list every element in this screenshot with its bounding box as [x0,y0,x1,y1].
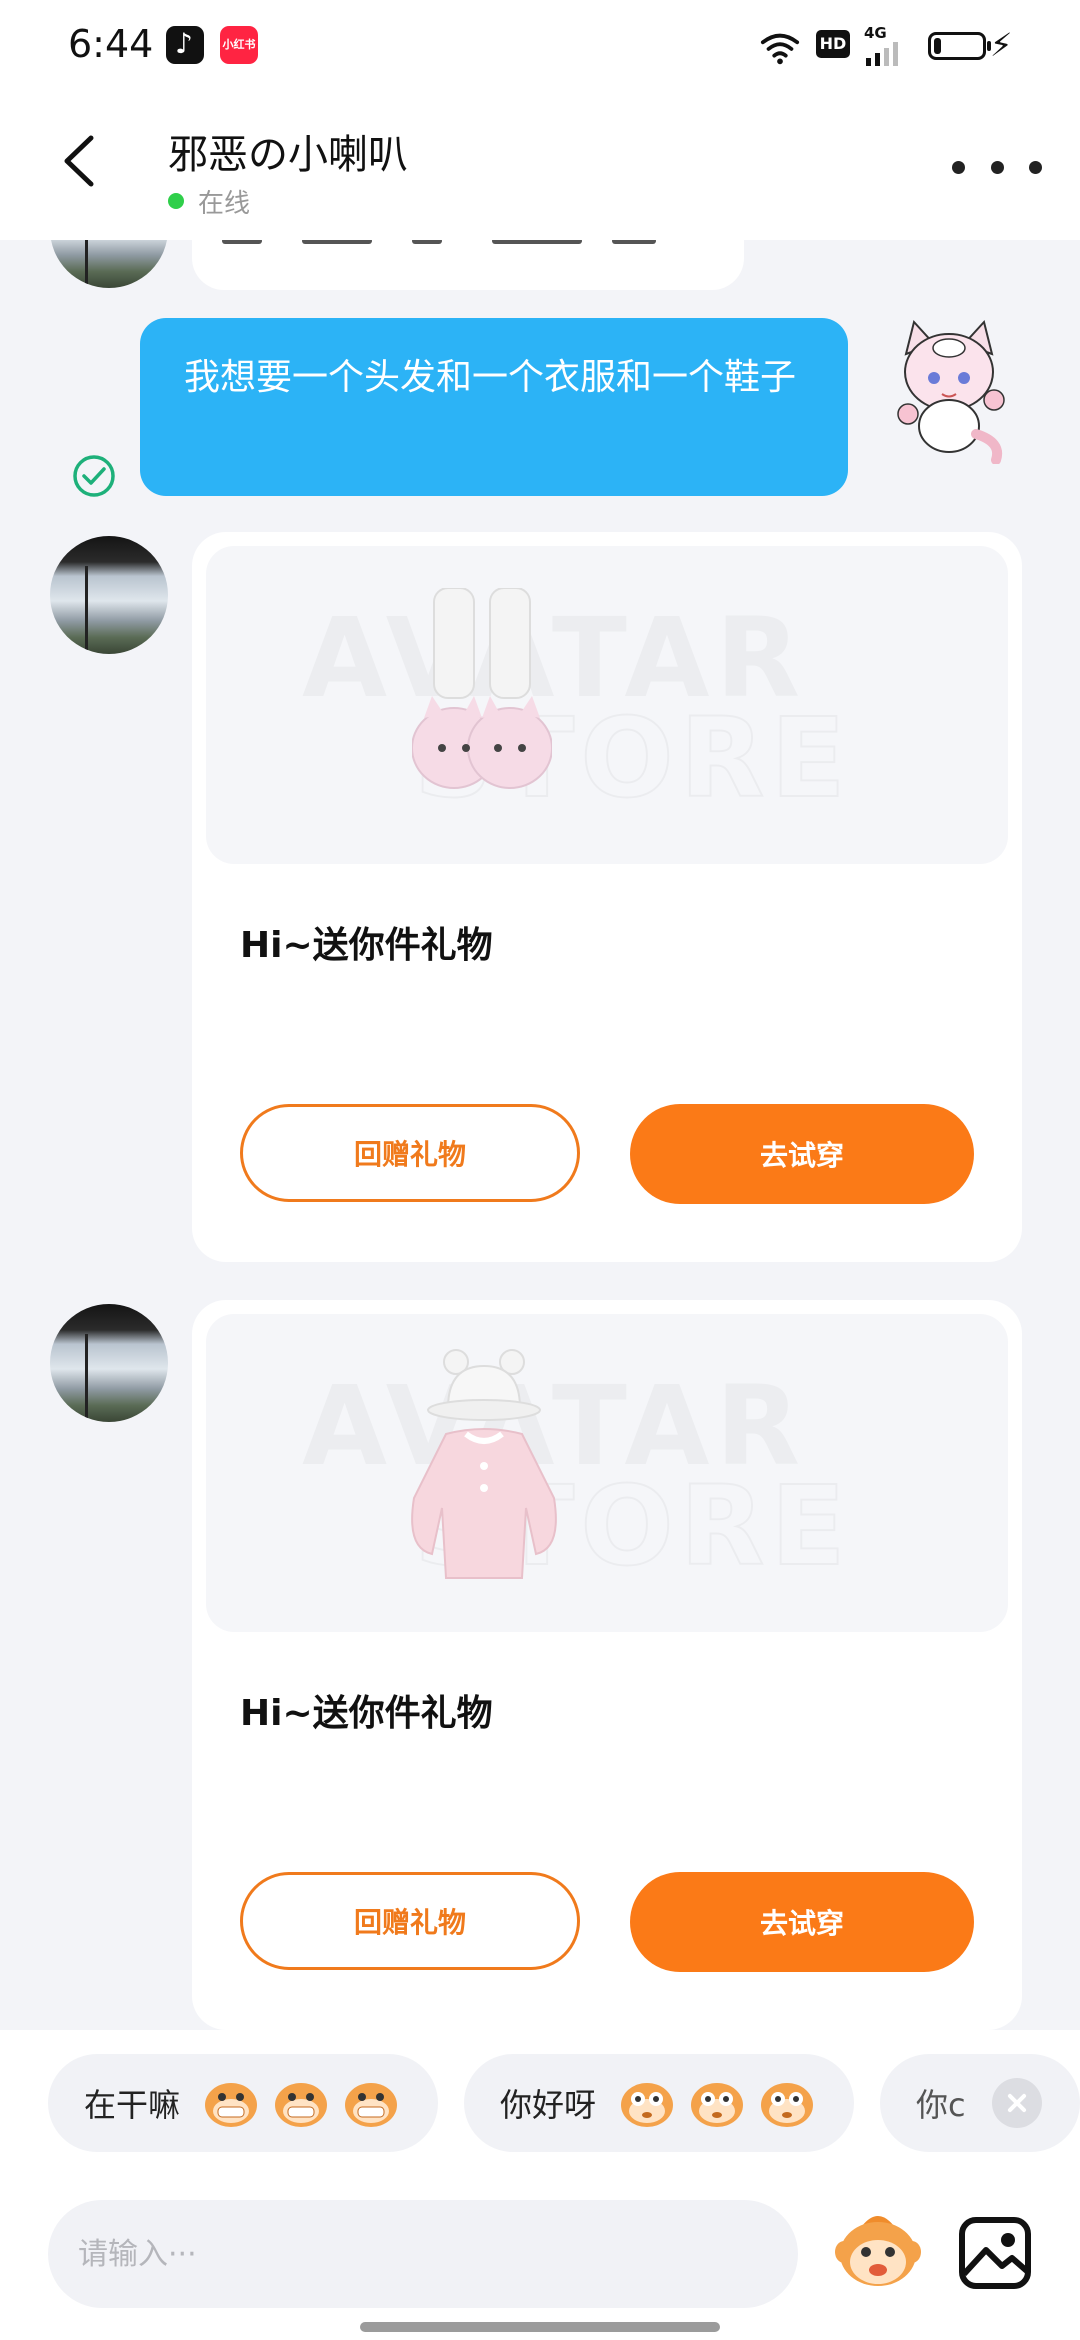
gift-image[interactable]: AVATAR STORE [206,1314,1008,1632]
peer-name: 邪恶の小喇叭 [168,132,408,178]
monkey-grin-emoji-icon [275,2083,328,2127]
xiaohongshu-icon: 小红书 [220,26,258,64]
monkey-wave-emoji-icon [621,2083,674,2127]
read-check-icon [73,455,115,497]
wifi-icon [760,33,800,65]
pink-sweater-bucket-hat-icon [411,1349,557,1579]
quick-reply-text: 你c [916,2086,966,2124]
my-message-bubble[interactable]: 我想要一个头发和一个衣服和一个鞋子 [140,318,848,496]
my-avatar[interactable] [884,314,1014,464]
presence-status: 在线 [168,184,251,219]
quick-reply-chip[interactable]: 你c [880,2054,1080,2152]
peer-avatar[interactable] [50,240,168,288]
more-dot-icon [952,160,965,174]
charging-icon: ⚡ [990,26,1013,64]
quick-reply-text: 在干嘛 [84,2086,181,2124]
previous-message-bubble [192,240,744,290]
close-quick-replies-button[interactable] [992,2078,1042,2128]
try-on-button[interactable]: 去试穿 [630,1104,974,1204]
monkey-grin-emoji-icon [345,2083,398,2127]
peer-avatar[interactable] [50,1304,168,1422]
more-dot-icon [1029,160,1042,174]
return-gift-button[interactable]: 回赠礼物 [240,1104,580,1202]
presence-label: 在线 [198,188,251,219]
gift-card[interactable]: AVATAR STORE Hi~送你件礼物 回赠礼物 去试穿 [192,532,1022,1262]
message-input[interactable] [48,2200,798,2308]
try-on-button[interactable]: 去试穿 [630,1872,974,1972]
chevron-left-icon [64,135,94,187]
peer-avatar[interactable] [50,536,168,654]
tiktok-icon [166,26,204,64]
battery-fill [934,38,941,54]
chat-header: 邪恶の小喇叭 在线 [0,92,1080,240]
hd-badge: HD [816,30,850,58]
input-bar [0,2200,1080,2340]
quick-reply-bar[interactable]: 在干嘛 你好呀 你c [0,2030,1080,2200]
gift-title: Hi~送你件礼物 [240,925,493,966]
cellular-signal-icon: 4G [862,24,912,68]
network-type-label: 4G [864,24,887,42]
quick-reply-chip[interactable]: 在干嘛 [48,2054,438,2152]
battery-icon [928,32,991,60]
monkey-wave-emoji-icon [761,2083,814,2127]
chat-message-list[interactable]: 我想要一个头发和一个衣服和一个鞋子 AVATAR STORE [0,240,1080,2030]
quick-reply-text: 你好呀 [500,2086,597,2124]
home-indicator[interactable] [360,2322,720,2332]
status-bar: 6:44 小红书 HD 4G ⚡ [0,0,1080,92]
gift-title: Hi~送你件礼物 [240,1693,493,1734]
quick-reply-chip[interactable]: 你好呀 [464,2054,854,2152]
image-upload-icon[interactable] [956,2214,1034,2292]
return-gift-button[interactable]: 回赠礼物 [240,1872,580,1970]
more-options-button[interactable] [952,142,1042,192]
monkey-grin-emoji-icon [205,2083,258,2127]
more-dot-icon [990,160,1004,174]
gift-card[interactable]: AVATAR STORE Hi~送你件礼物 回赠礼物 去试穿 [192,1300,1022,2030]
gift-image[interactable]: AVATAR STORE [206,546,1008,864]
online-dot-icon [168,193,184,209]
monkey-sticker-icon[interactable] [832,2206,924,2298]
status-time: 6:44 [68,22,154,66]
back-button[interactable] [44,126,114,196]
monkey-wave-emoji-icon [691,2083,744,2127]
cat-slipper-legwarmers-icon [412,588,552,789]
